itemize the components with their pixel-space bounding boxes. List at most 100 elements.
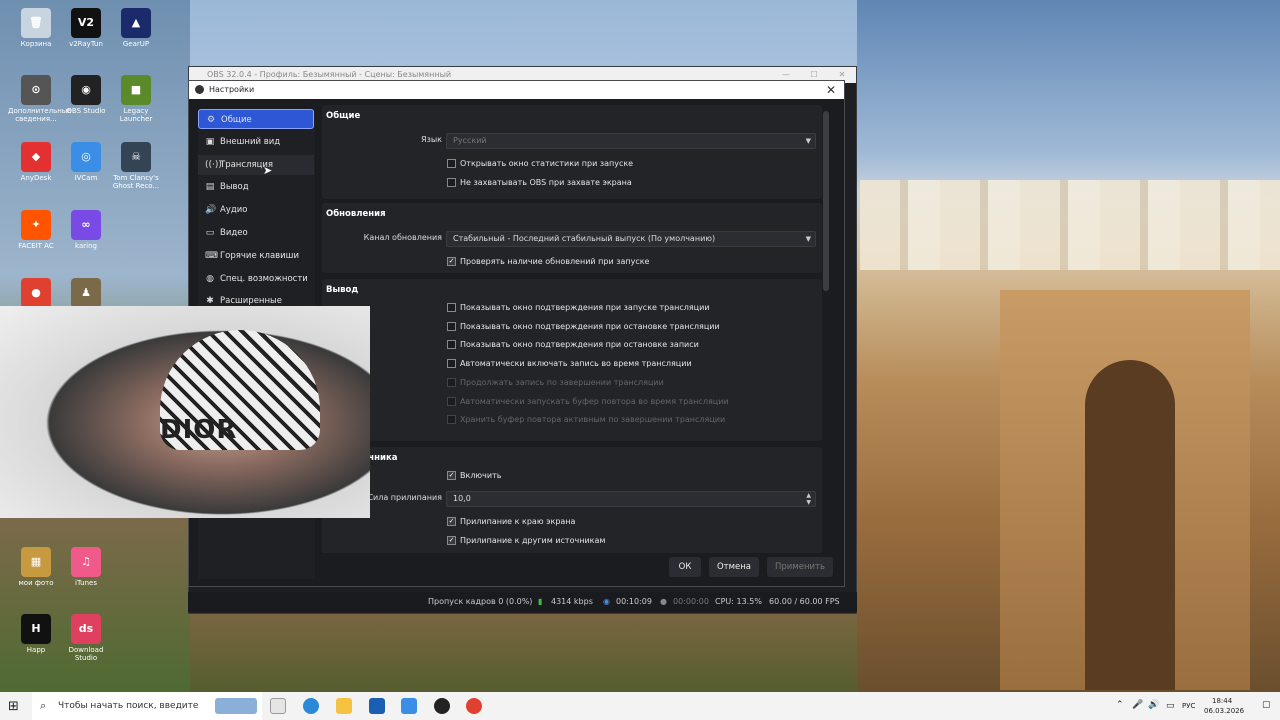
app-icon: ∞ (71, 210, 101, 240)
chk-snapping-enable[interactable]: ✓ Включить (447, 471, 501, 481)
clock-time[interactable]: 18:44 (1212, 697, 1232, 705)
desktop-icon[interactable]: 🗑 Корзина (8, 8, 64, 48)
checkbox[interactable]: ✓ (447, 517, 456, 526)
rec-time: 00:00:00 (673, 597, 709, 606)
cpu-usage: CPU: 13.5% (715, 597, 762, 606)
settings-titlebar: Настройки ✕ (189, 81, 844, 99)
settings-content: Общие Язык Русский ▼ Открывать окно стат… (322, 105, 832, 553)
rec-status-icon: ● (660, 597, 667, 606)
language-value: Русский (453, 136, 487, 145)
sidebar-item[interactable]: ▤ Вывод (198, 177, 314, 197)
checkbox[interactable] (447, 340, 456, 350)
update-channel-select[interactable]: Стабильный - Последний стабильный выпуск… (446, 231, 816, 247)
chk-stats-on-start[interactable]: Открывать окно статистики при запуске (447, 159, 633, 169)
app-icon: ds (71, 614, 101, 644)
snap-strength-spinbox[interactable]: 10,0 ▲ ▼ (446, 491, 816, 507)
language-select[interactable]: Русский ▼ (446, 133, 816, 149)
channel-value: Стабильный - Последний стабильный выпуск… (453, 234, 716, 243)
checkbox-label: Показывать окно подтверждения при остано… (460, 340, 699, 350)
apply-button[interactable]: Применить (767, 557, 833, 577)
content-scrollbar[interactable] (823, 111, 829, 291)
desktop-icon[interactable]: ∞ karing (58, 210, 114, 250)
notification-icon[interactable]: ▢ (1262, 700, 1271, 710)
chevron-up-icon[interactable]: ⌃ (1116, 700, 1124, 710)
desktop-icon[interactable]: ✦ FACEIT AC (8, 210, 64, 250)
sidebar-item[interactable]: ((·)) Трансляция (198, 154, 314, 175)
ok-button[interactable]: ОК (669, 557, 701, 577)
chrome-taskbar-icon[interactable] (466, 698, 482, 714)
obs-status-bar: Пропуск кадров 0 (0.0%) ▮ 4314 kbps ◉ 00… (188, 592, 857, 612)
store-icon[interactable] (369, 698, 385, 714)
sidebar-item[interactable]: 🔊 Аудио (198, 200, 314, 220)
output-checkbox-row[interactable]: Показывать окно подтверждения при остано… (447, 321, 720, 332)
desktop-icon[interactable]: ♫ iTunes (58, 547, 114, 587)
checkbox[interactable]: ✓ (447, 471, 456, 480)
app-icon: ⊙ (21, 75, 51, 105)
desktop-icon[interactable]: ☠ Tom Clancy's Ghost Reco... (108, 142, 164, 190)
desktop-icon[interactable]: ▦ мои фото (8, 547, 64, 587)
output-checkbox-row[interactable]: Показывать окно подтверждения при запуск… (447, 303, 710, 313)
stream-time: 00:10:09 (616, 597, 652, 606)
explorer-icon[interactable] (336, 698, 352, 714)
checkbox-label: Автоматически запускать буфер повтора во… (460, 396, 729, 406)
clock-date[interactable]: 06.03.2026 (1204, 707, 1244, 715)
checkbox-label: Не захватывать OBS при захвате экрана (460, 178, 632, 187)
desktop-icon[interactable]: ▲ GearUP (108, 8, 164, 48)
chevron-down-icon: ▼ (805, 137, 811, 145)
cancel-button[interactable]: Отмена (709, 557, 759, 577)
app-icon[interactable] (401, 698, 417, 714)
spin-arrows-icon[interactable]: ▲ ▼ (806, 492, 811, 506)
language-label: Язык (421, 135, 442, 144)
output-checkbox-row: Хранить буфер повтора активным по заверш… (447, 415, 725, 425)
edge-icon[interactable] (303, 698, 319, 714)
volume-icon[interactable]: 🔊 (1148, 700, 1159, 710)
desktop-icon[interactable]: V2 v2RayTun (58, 8, 114, 48)
mic-icon[interactable]: 🎤 (1132, 700, 1143, 710)
output-checkbox-row[interactable]: Показывать окно подтверждения при остано… (447, 340, 699, 350)
desktop-icon[interactable]: ⊙ Дополнительные сведения... (8, 75, 72, 123)
desktop-icon-label: Download Studio (68, 646, 104, 662)
desktop-icon[interactable]: ◎ IVCam (58, 142, 114, 182)
checkbox-label: Прилипание к другим источникам (460, 536, 606, 545)
checkbox[interactable] (447, 303, 456, 312)
checkbox-label: Включить (460, 471, 502, 480)
desktop-icon-label: iTunes (75, 579, 97, 587)
desktop-icon[interactable]: ◆ AnyDesk (8, 142, 64, 182)
input-language[interactable]: РУС (1182, 702, 1195, 710)
close-icon[interactable]: ✕ (826, 81, 836, 99)
group-title: Вывод (326, 285, 359, 295)
desktop-icon[interactable]: ◉ OBS Studio (58, 75, 114, 115)
checkbox[interactable] (447, 321, 456, 331)
desktop-icon[interactable]: ■ Legacy Launcher (108, 75, 164, 123)
app-icon: ◎ (71, 142, 101, 172)
obs-taskbar-icon[interactable] (434, 698, 450, 714)
group-snapping: ние источника ✓ Включить Сила прилипания… (322, 447, 822, 553)
sidebar-item[interactable]: ⚙ Общие (198, 109, 314, 129)
checkbox[interactable]: ✓ (447, 536, 456, 545)
windows-start-icon[interactable]: ⊞ (8, 699, 19, 714)
desktop-icon-label: Дополнительные сведения... (8, 107, 72, 123)
app-icon: ◉ (71, 75, 101, 105)
chk-snap-screen-edge[interactable]: ✓ Прилипание к краю экрана (447, 517, 575, 527)
checkbox[interactable] (447, 159, 456, 168)
sidebar-item[interactable]: ▣ Внешний вид (198, 132, 314, 152)
desktop-icon-label: Legacy Launcher (119, 107, 153, 123)
app-icon: ☠ (121, 142, 151, 172)
checkbox[interactable] (447, 359, 456, 369)
sidebar-item[interactable]: ◍ Спец. возможности (198, 269, 314, 289)
task-view-icon[interactable] (270, 698, 286, 714)
checkbox[interactable] (447, 178, 456, 187)
checkbox (447, 415, 456, 425)
desktop-icon[interactable]: H Happ (8, 614, 64, 654)
output-checkbox-row[interactable]: Автоматически включать запись во время т… (447, 359, 692, 369)
app-icon: ● (21, 278, 51, 308)
network-icon[interactable]: ▭ (1166, 701, 1175, 711)
desktop-icon[interactable]: ds Download Studio (58, 614, 114, 662)
chk-hide-from-capture[interactable]: Не захватывать OBS при захвате экрана (447, 178, 632, 188)
sidebar-item[interactable]: ▭ Видео (198, 223, 314, 243)
checkbox[interactable]: ✓ (447, 257, 456, 266)
chk-check-updates[interactable]: ✓ Проверять наличие обновлений при запус… (447, 257, 649, 267)
chk-snap-sources[interactable]: ✓ Прилипание к другим источникам (447, 536, 605, 546)
sidebar-item[interactable]: ⌨ Горячие клавиши (198, 246, 314, 266)
app-icon: ■ (121, 75, 151, 105)
